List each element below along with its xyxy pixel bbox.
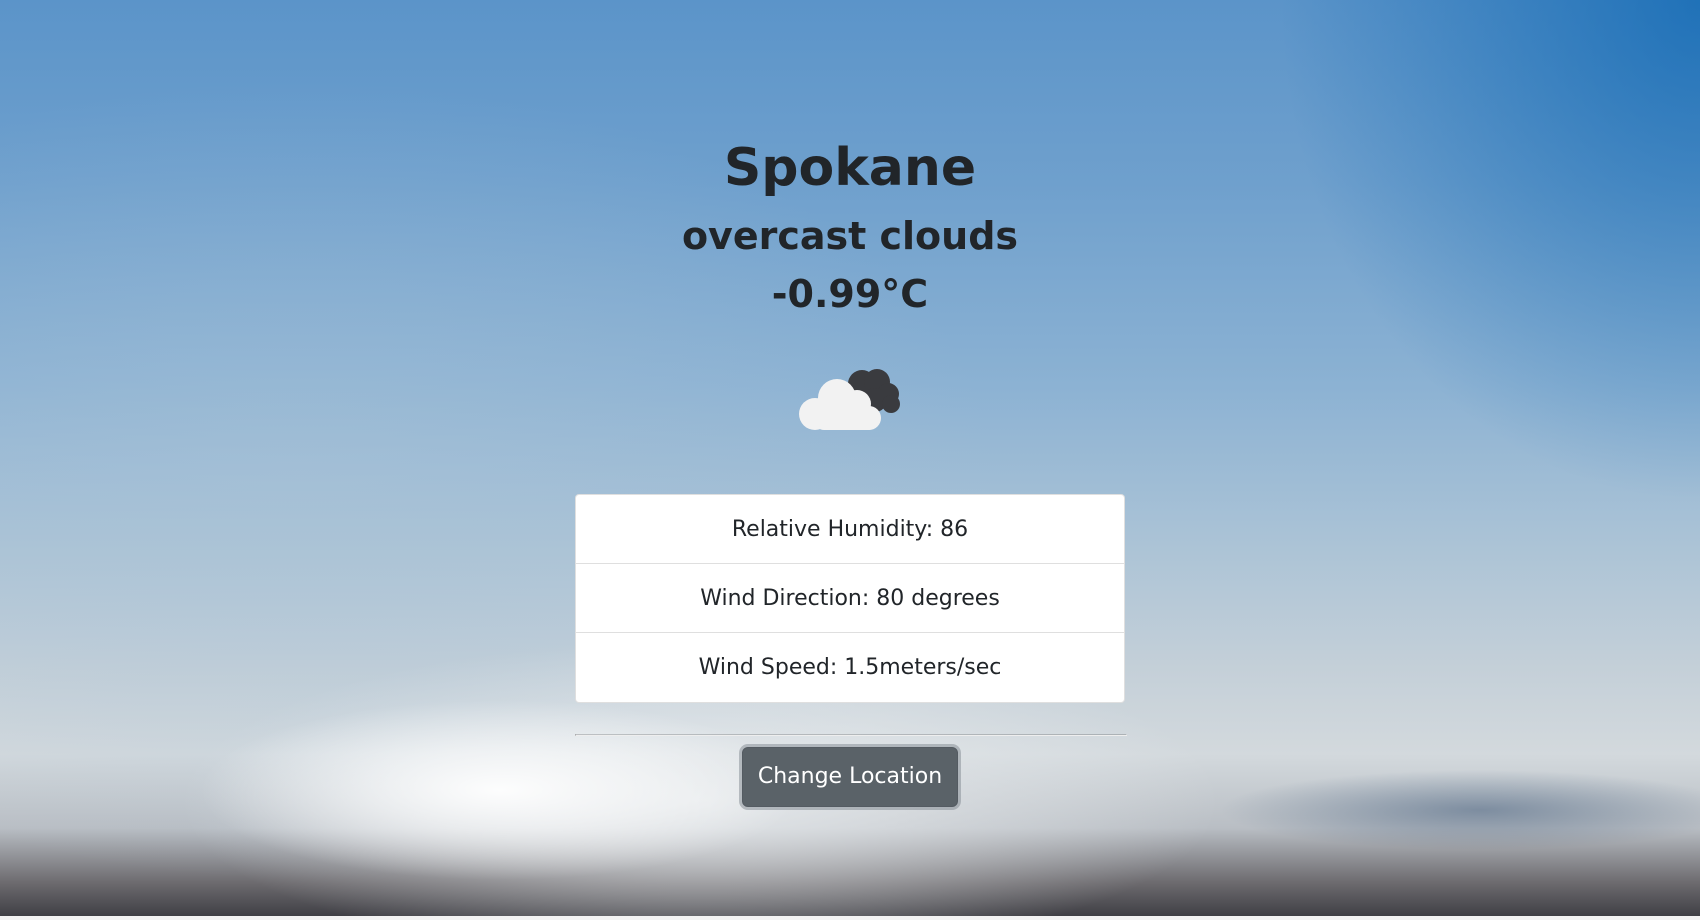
weather-details-card: Relative Humidity: 86 Wind Direction: 80… <box>575 494 1125 703</box>
page-bottom-edge <box>0 916 1700 920</box>
humidity-row: Relative Humidity: 86 <box>576 495 1124 564</box>
temperature-reading: -0.99°C <box>771 272 929 316</box>
change-location-button[interactable]: Change Location <box>742 747 958 807</box>
wind-direction-row: Wind Direction: 80 degrees <box>576 564 1124 633</box>
city-name: Spokane <box>723 138 977 198</box>
wind-speed-row: Wind Speed: 1.5meters/sec <box>698 655 1002 680</box>
section-divider <box>575 734 1127 736</box>
overcast-clouds-icon <box>799 369 900 430</box>
weather-description: overcast clouds <box>681 214 1019 258</box>
